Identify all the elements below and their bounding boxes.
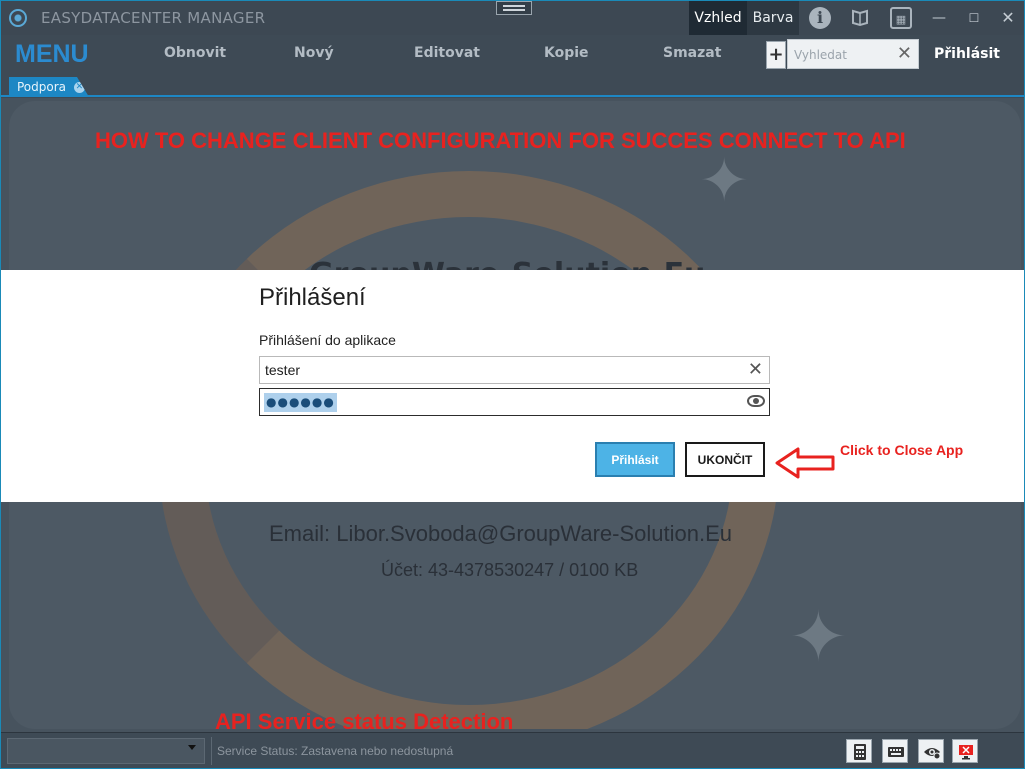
howto-heading: HOW TO CHANGE CLIENT CONFIGURATION FOR S… [95, 128, 906, 153]
tab-support[interactable]: Podpora ✕ [9, 77, 89, 97]
view-button[interactable] [918, 739, 944, 763]
add-button[interactable]: + [766, 41, 786, 69]
calculator-icon [854, 744, 866, 760]
chevron-down-icon [188, 745, 196, 750]
copy-button[interactable]: Kopie [544, 45, 589, 61]
color-button[interactable]: Barva [747, 1, 799, 35]
monitor-button[interactable] [952, 739, 978, 763]
drag-grip-icon[interactable] [496, 1, 532, 15]
password-field-box[interactable]: ●●●●●● [259, 388, 770, 416]
menu-label[interactable]: MENU [15, 40, 89, 69]
star-icon: ✦ [699, 146, 750, 216]
login-button[interactable]: Přihlásit [595, 442, 675, 477]
keyboard-button[interactable] [882, 739, 908, 763]
minimize-icon[interactable]: — [923, 1, 955, 35]
annotation-arrow-icon [775, 447, 835, 479]
monitor-icon [959, 745, 973, 760]
tab-label: Podpora [17, 80, 67, 94]
appearance-button[interactable]: Vzhled [689, 1, 747, 35]
password-field[interactable]: ●●●●●● [264, 393, 337, 412]
service-status-text: Service Status: Zastavena nebo nedostupn… [217, 744, 454, 758]
bank-account: Účet: 43-4378530247 / 0100 KB [381, 560, 639, 580]
delete-button[interactable]: Smazat [663, 45, 721, 61]
tab-close-icon[interactable]: ✕ [73, 82, 85, 93]
dialog-title: Přihlášení [259, 284, 366, 311]
app-logo-icon [9, 9, 27, 27]
keyboard-icon [888, 747, 904, 757]
annotation-close-app: Click to Close App [840, 442, 964, 458]
dialog-subtitle: Přihlášení do aplikace [259, 332, 396, 348]
title-bar: EASYDATACENTER MANAGER Vzhled Barva i ▦ … [1, 1, 1024, 35]
board-icon[interactable]: ▦ [890, 7, 912, 29]
eye-icon [924, 748, 941, 760]
search-box: ✕ [787, 39, 919, 69]
exit-button[interactable]: UKONČIT [685, 442, 765, 477]
refresh-button[interactable]: Obnovit [164, 45, 226, 61]
maximize-icon[interactable]: ☐ [958, 1, 990, 35]
app-title: EASYDATACENTER MANAGER [41, 9, 266, 27]
contact-email: Email: Libor.Svoboda@GroupWare-Solution.… [269, 521, 732, 546]
api-status-heading: API Service status Detection [215, 709, 514, 729]
login-button-top[interactable]: Přihlásit [919, 35, 1015, 75]
status-dropdown[interactable] [7, 738, 205, 764]
login-dialog: Přihlášení Přihlášení do aplikace ✕ ●●●●… [1, 270, 1024, 502]
edit-button[interactable]: Editovat [414, 45, 480, 61]
menu-row: MENU Obnovit Nový Editovat Kopie Smazat … [1, 35, 1024, 75]
new-button[interactable]: Nový [294, 45, 334, 61]
show-password-icon[interactable] [747, 395, 765, 407]
info-icon[interactable]: i [809, 7, 831, 29]
username-field-box: ✕ [259, 356, 770, 384]
close-icon[interactable]: ✕ [992, 1, 1024, 35]
clear-icon[interactable]: ✕ [748, 359, 763, 380]
book-icon[interactable] [849, 7, 871, 29]
tab-strip: Podpora ✕ [1, 75, 1024, 97]
calculator-button[interactable] [846, 739, 872, 763]
status-divider [211, 737, 212, 765]
star-icon: ✦ [789, 596, 848, 678]
username-field[interactable] [265, 361, 735, 379]
search-clear-icon[interactable]: ✕ [897, 43, 912, 64]
search-input[interactable] [794, 46, 894, 64]
status-bar: Service Status: Zastavena nebo nedostupn… [1, 732, 1024, 768]
